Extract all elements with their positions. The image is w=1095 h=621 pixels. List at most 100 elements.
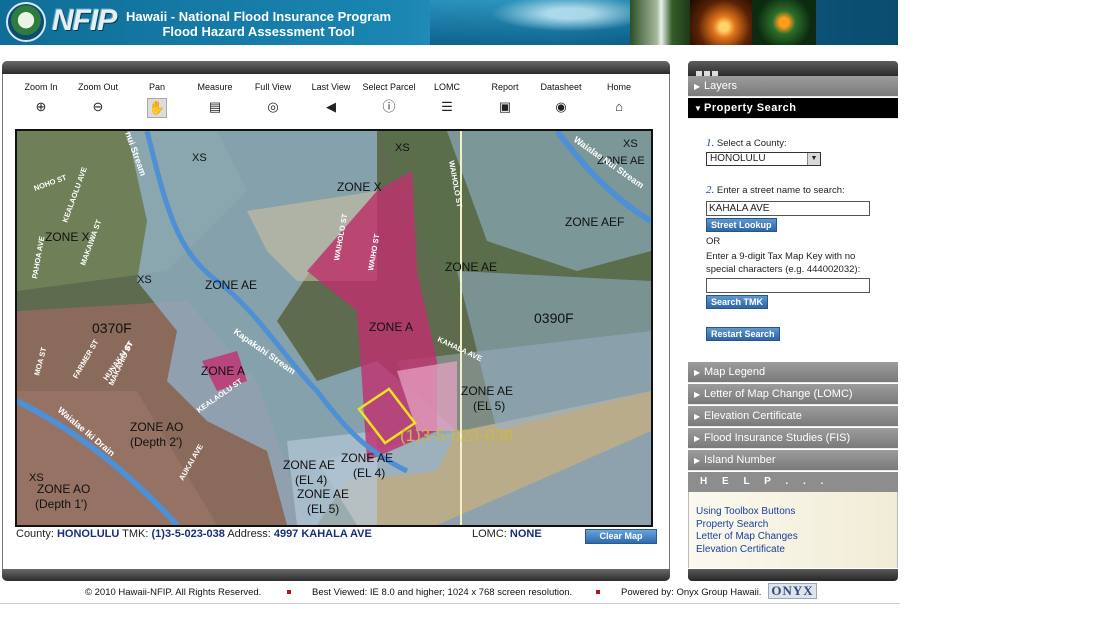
expanded-arrow-icon: ▼	[694, 104, 703, 113]
map-label-zone-ao: ZONE AO	[37, 482, 90, 496]
map-panel-number: 0370F	[92, 320, 132, 336]
map-label-zone-ae-el5-sub: (EL 5)	[473, 399, 505, 413]
map-label-zone-ae-el5: ZONE AE	[297, 487, 349, 501]
toolbar-button-datasheet[interactable]: Datasheet ◉	[532, 81, 590, 116]
zoom-out-icon[interactable]: ⊖	[89, 98, 107, 116]
zoom-in-icon[interactable]: ⊕	[32, 98, 50, 116]
header-title: Hawaii - National Flood Insurance Progra…	[126, 9, 391, 39]
lomc-value: NONE	[509, 528, 542, 540]
county-label: County:	[16, 528, 54, 540]
street-name-input[interactable]: KAHALA AVE	[706, 201, 870, 216]
help-link-property-search[interactable]: Property Search	[689, 519, 798, 532]
sidebar-item-lomc[interactable]: ▶ Letter of Map Change (LOMC)	[688, 384, 898, 405]
toolbar-button-home[interactable]: Home ⌂	[590, 81, 648, 116]
map-panel-bottom-bar	[2, 569, 670, 581]
ruler-icon[interactable]: ▤	[206, 98, 224, 116]
help-header: H E L P . . .	[688, 472, 898, 492]
map-toolbar: Zoom In ⊕ Zoom Out ⊖ Pan ✋ Measure ▤ Full View ◎ L…	[12, 81, 652, 123]
toolbar-button-last-view[interactable]: Last View ◀	[302, 81, 360, 116]
toolbar-button-report[interactable]: Report ▣	[476, 81, 534, 116]
property-search-panel: 1. Select a County: HONOLULU ▼ 2. Enter …	[688, 119, 898, 362]
collapsed-arrow-icon: ▶	[694, 368, 701, 377]
toolbar-button-label: Measure	[197, 82, 233, 92]
sidebar-item-label: Property Search	[704, 102, 797, 114]
flood-map-canvas[interactable]: XS XS XS XS XS ZONE X ZONE X ZONE AE ZON…	[17, 131, 651, 525]
sidebar-item-elevation-certificate[interactable]: ▶ Elevation Certificate	[688, 406, 898, 427]
sidebar: ▶ Layers ▼ Property Search 1. Select a Cou…	[688, 61, 898, 581]
street-lookup-button[interactable]: Street Lookup	[706, 218, 777, 232]
globe-magnifier-icon[interactable]: ◎	[264, 98, 282, 116]
bullet-icon	[596, 590, 600, 594]
map-label-zone-ae-el4: ZONE AE	[283, 458, 335, 472]
tmk-input[interactable]	[706, 278, 870, 293]
onyx-logo[interactable]: ONYX	[768, 583, 817, 599]
step-1-label: 1. Select a County:	[706, 137, 787, 149]
header-title-line2: Flood Hazard Assessment Tool	[162, 24, 355, 39]
map-panel: Zoom In ⊕ Zoom Out ⊖ Pan ✋ Measure ▤ Full View ◎ L…	[2, 61, 670, 581]
tmk-value: (1)3-5-023-038	[151, 528, 225, 540]
tmk-label: TMK:	[122, 528, 149, 540]
collapsed-arrow-icon: ▶	[694, 412, 701, 421]
map-label-zone-x: ZONE X	[337, 180, 382, 194]
toolbar-button-label: Home	[606, 82, 631, 92]
footer: © 2010 Hawaii-NFIP. All Rights Reserved.…	[0, 583, 900, 603]
toolbar-button-label: Full View	[254, 82, 292, 92]
map-label-parcel-id: (1)3-5-023-038	[400, 426, 513, 445]
address-label: Address:	[227, 528, 271, 540]
toolbar-button-full-view[interactable]: Full View ◎	[244, 81, 302, 116]
sidebar-item-label: Elevation Certificate	[704, 410, 802, 422]
sidebar-item-map-legend[interactable]: ▶ Map Legend	[688, 362, 898, 383]
map-label-xs: XS	[192, 152, 207, 164]
collapsed-arrow-icon: ▶	[694, 456, 701, 465]
toolbar-button-lomc[interactable]: LOMC ☰	[418, 81, 476, 116]
map-label-zone-ae-el4-sub: (EL 4)	[353, 466, 385, 480]
help-link-elevation-certificate[interactable]: Elevation Certificate	[689, 544, 798, 557]
sidebar-top-bar	[688, 61, 898, 77]
help-link-toolbox[interactable]: Using Toolbox Buttons	[689, 506, 798, 519]
toolbar-button-pan[interactable]: Pan ✋	[128, 81, 186, 118]
clear-map-button[interactable]: Clear Map	[585, 529, 657, 544]
toolbar-button-label: LOMC	[433, 82, 460, 92]
site-header: NFIP Hawaii - National Flood Insurance P…	[0, 0, 898, 45]
restart-search-button[interactable]: Restart Search	[706, 327, 780, 341]
sidebar-item-island-number[interactable]: ▶ Island Number	[688, 450, 898, 471]
county-value: HONOLULU	[56, 528, 120, 540]
sidebar-item-fis[interactable]: ▶ Flood Insurance Studies (FIS)	[688, 428, 898, 449]
sidebar-item-layers[interactable]: ▶ Layers	[688, 76, 898, 97]
toolbar-button-label: Zoom In	[24, 82, 58, 92]
map-label-xs: XS	[623, 138, 638, 150]
list-icon[interactable]: ☰	[438, 98, 456, 116]
info-icon[interactable]: ⓘ	[380, 98, 398, 116]
map-label-xs: XS	[395, 142, 410, 154]
map-status-bar: County: HONOLULU TMK: (1)3-5-023-038 Add…	[16, 528, 656, 544]
search-tmk-button[interactable]: Search TMK	[706, 295, 769, 309]
copyright-text: © 2010 Hawaii-NFIP. All Rights Reserved.	[85, 587, 262, 598]
back-arrow-icon[interactable]: ◀	[322, 98, 340, 116]
map-label-zone-a: ZONE A	[369, 320, 413, 334]
footer-divider	[0, 603, 900, 604]
toolbar-button-label: Select Parcel	[362, 82, 416, 92]
toolbar-button-measure[interactable]: Measure ▤	[186, 81, 244, 116]
hand-icon[interactable]: ✋	[147, 98, 167, 118]
or-label: OR	[706, 236, 721, 247]
collapsed-arrow-icon: ▶	[694, 390, 701, 399]
sidebar-item-label: Island Number	[704, 454, 776, 466]
help-panel: Using Toolbox Buttons Property Search Le…	[688, 492, 898, 568]
help-link-lomc[interactable]: Letter of Map Changes	[689, 531, 798, 544]
county-select[interactable]: HONOLULU ▼	[706, 152, 821, 166]
toolbar-button-zoom-in[interactable]: Zoom In ⊕	[12, 81, 70, 116]
home-icon[interactable]: ⌂	[610, 98, 628, 116]
map-panel-top-bar	[2, 61, 670, 74]
map-label-zone-ae-el4-sub: (EL 4)	[295, 473, 327, 487]
toolbar-button-select-parcel[interactable]: Select Parcel ⓘ	[360, 81, 418, 116]
report-icon[interactable]: ▣	[496, 98, 514, 116]
toolbar-button-zoom-out[interactable]: Zoom Out ⊖	[69, 81, 127, 116]
map-label-zone-ao-sub: (Depth 2')	[130, 435, 182, 449]
flood-map[interactable]: XS XS XS XS XS ZONE X ZONE X ZONE AE ZON…	[15, 129, 653, 527]
sidebar-item-property-search[interactable]: ▼ Property Search	[688, 98, 898, 119]
dropdown-arrow-icon[interactable]: ▼	[807, 153, 820, 165]
waterfall-photo	[630, 0, 690, 45]
nfip-logo-text: NFIP	[52, 4, 117, 37]
map-label-zone-ae-el4: ZONE AE	[341, 451, 393, 465]
datasheet-icon[interactable]: ◉	[552, 98, 570, 116]
